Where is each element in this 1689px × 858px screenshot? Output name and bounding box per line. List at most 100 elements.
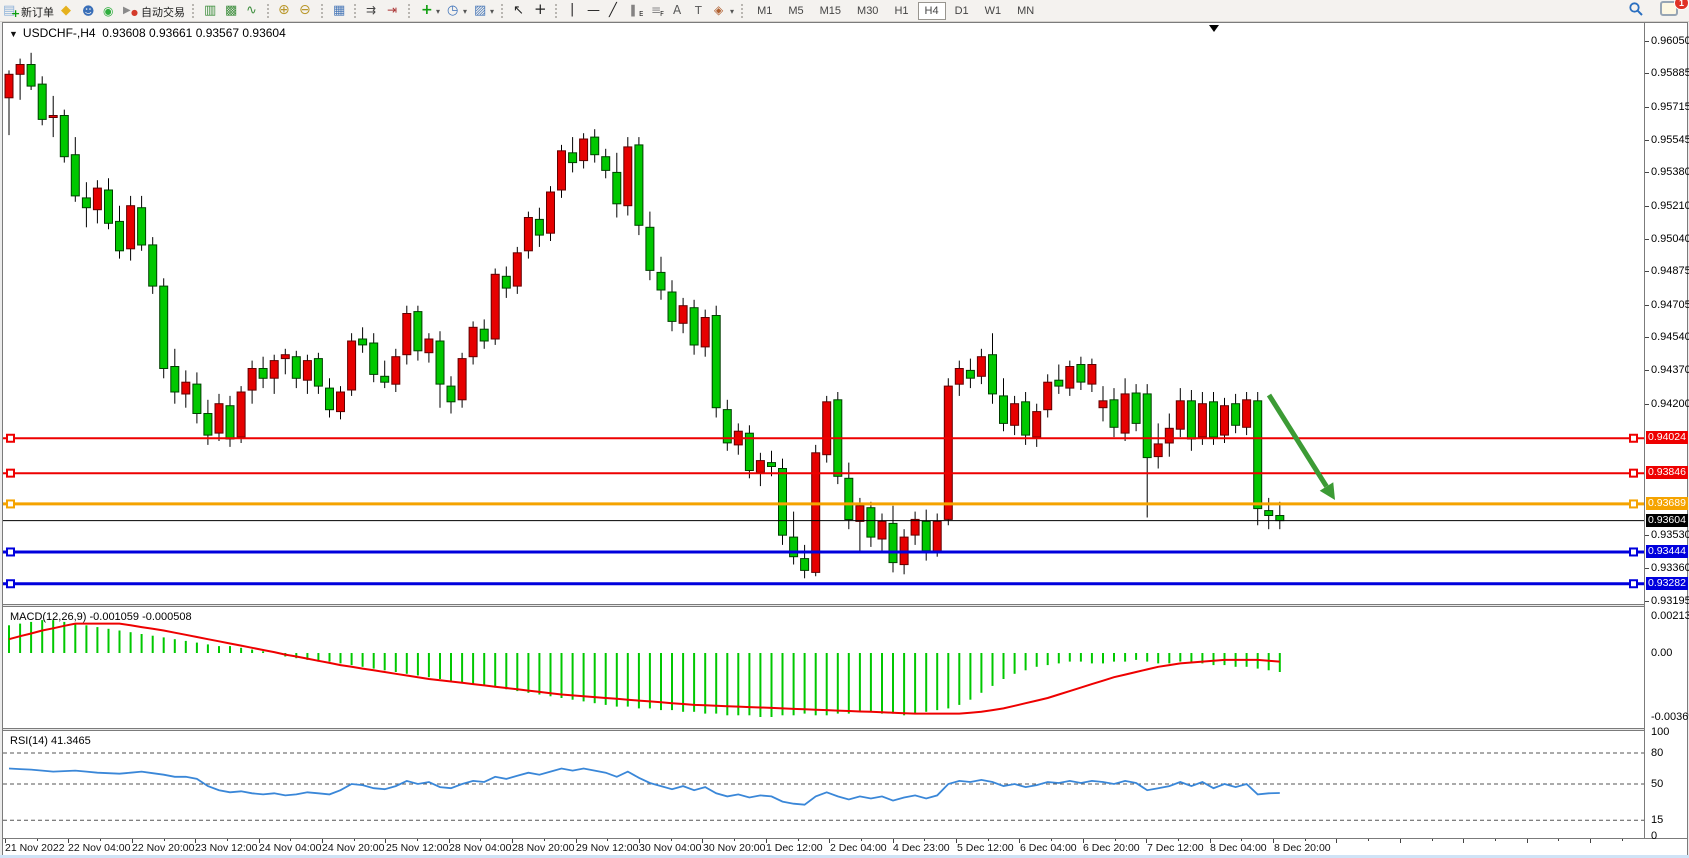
horizontal-line-icon: — [587,1,602,18]
line-handle[interactable] [1630,500,1637,507]
candle-body [1011,404,1019,426]
time-axis-tick [1210,839,1211,843]
bar-chart-button[interactable]: ▥ [200,1,221,20]
price-axis[interactable]: 0.960500.958850.957150.955450.953800.952… [1644,23,1687,838]
candle-body [823,402,831,455]
time-axis-tick [1273,839,1274,843]
candle-body [436,341,444,384]
crosshair-button[interactable]: + [530,1,551,20]
candle-body [480,329,488,341]
zoom-in-button[interactable]: ⊕ [275,1,296,20]
chart-shift-marker[interactable] [1209,25,1219,32]
line-chart-button[interactable]: ∿ [242,1,263,20]
rsi-label: RSI(14) 41.3465 [10,735,91,747]
new-order-button[interactable]: ▤+新订单 [0,1,57,20]
icon-glyph: ⊕ [278,3,290,17]
tile-windows-button[interactable]: ▦ [329,1,350,20]
candle-body [281,355,289,359]
price-tick-label: 0.95040 [1651,233,1689,245]
equidistant-channel-button[interactable]: ∥E [626,1,647,20]
time-axis-label: 22 Nov 20:00 [132,842,194,854]
notifications-button[interactable]: 1 [1657,1,1681,20]
time-axis-label: 29 Nov 12:00 [576,842,638,854]
search-button[interactable] [1625,1,1647,20]
timeframe-button-MN[interactable]: MN [1010,2,1041,20]
time-axis-tick [1146,839,1147,843]
macd-axis-label: 0.00 [1651,647,1672,659]
main-chart-panel[interactable] [3,23,1644,604]
line-handle[interactable] [7,548,14,555]
fibonacci-icon: ≡F [650,1,665,18]
candle-body [359,339,367,345]
line-handle[interactable] [7,500,14,507]
candle-body [403,314,411,355]
vertical-line-icon: | [566,1,581,18]
line-handle[interactable] [1630,580,1637,587]
signals-icon-button[interactable]: ◉ [99,1,120,20]
line-handle[interactable] [7,580,14,587]
chart-shift-button[interactable]: ⇥ [383,1,404,20]
community-icon-button[interactable]: ☻ [78,1,99,20]
vertical-line-button[interactable]: | [563,1,584,20]
fibonacci-button[interactable]: ≡F [647,1,668,20]
time-axis-tick [512,839,513,843]
timeframe-button-M5[interactable]: M5 [781,2,810,20]
timeframe-button-M15[interactable]: M15 [813,2,848,20]
candle-body [502,276,510,288]
time-axis-tick [639,839,640,843]
rsi-panel[interactable] [3,731,1644,838]
line-handle[interactable] [1630,470,1637,477]
time-axis-tick [576,839,577,843]
icon-glyph: ∿ [246,4,257,17]
icon-glyph: ⊖ [299,3,311,17]
timeframe-button-H1[interactable]: H1 [887,2,915,20]
time-axis-label: 24 Nov 04:00 [259,842,321,854]
line-handle[interactable] [1630,548,1637,555]
candle-body [1121,394,1129,433]
time-axis[interactable]: 21 Nov 202222 Nov 04:0022 Nov 20:0023 No… [3,839,1644,855]
chart-window[interactable]: ▼USDCHF-,H4 0.93608 0.93661 0.93567 0.93… [2,22,1688,857]
icon-glyph: ▶ [123,6,131,16]
indicators-button[interactable]: +▾ [416,1,443,20]
timeframe-group: M1M5M15M30H1H4D1W1MN [749,2,1042,20]
line-handle[interactable] [1630,435,1637,442]
timeframe-button-H4[interactable]: H4 [918,2,946,20]
candle-body [657,272,665,290]
auto-trading-button[interactable]: ▶●自动交易 [120,1,188,20]
candle-body [701,318,709,347]
text-button[interactable]: A [668,1,689,20]
candle-body [624,147,632,206]
macd-panel[interactable] [3,607,1644,728]
icon-glyph: ↖ [513,4,524,17]
timeframe-button-M1[interactable]: M1 [750,2,779,20]
notification-badge: 1 [1674,0,1689,10]
cursor-button[interactable]: ↖ [509,1,530,20]
timeframe-button-W1[interactable]: W1 [978,2,1009,20]
periods-button[interactable]: ◷▾ [443,1,470,20]
candle-body [1232,404,1240,426]
candle-body [414,312,422,351]
candle-body [1176,401,1184,429]
zoom-out-button[interactable]: ⊖ [296,1,317,20]
time-axis-tick [1115,839,1116,841]
line-handle[interactable] [7,435,14,442]
line-handle[interactable] [7,470,14,477]
candle-body [756,461,764,473]
one-click-trading-toggle[interactable]: ▼ [9,29,18,39]
candle-body [226,406,234,439]
candle-body [381,376,389,382]
timeframe-button-M30[interactable]: M30 [850,2,885,20]
price-line-chip: 0.93444 [1646,545,1688,558]
time-axis-tick [1178,839,1179,841]
toolbar-grip [354,4,358,18]
text-label-button[interactable]: T [689,1,710,20]
templates-button[interactable]: ▨▾ [470,1,497,20]
candlestick-chart-button[interactable]: ▩ [221,1,242,20]
trendline-button[interactable]: ╱ [605,1,626,20]
timeframe-button-D1[interactable]: D1 [948,2,976,20]
arrows-tool-button[interactable]: ◈▾ [710,1,737,20]
auto-scroll-button[interactable]: ⇉ [362,1,383,20]
horizontal-line-button[interactable]: — [584,1,605,20]
rsi-axis-label: 0 [1651,830,1657,842]
market-icon-button[interactable]: ◆ [57,1,78,20]
